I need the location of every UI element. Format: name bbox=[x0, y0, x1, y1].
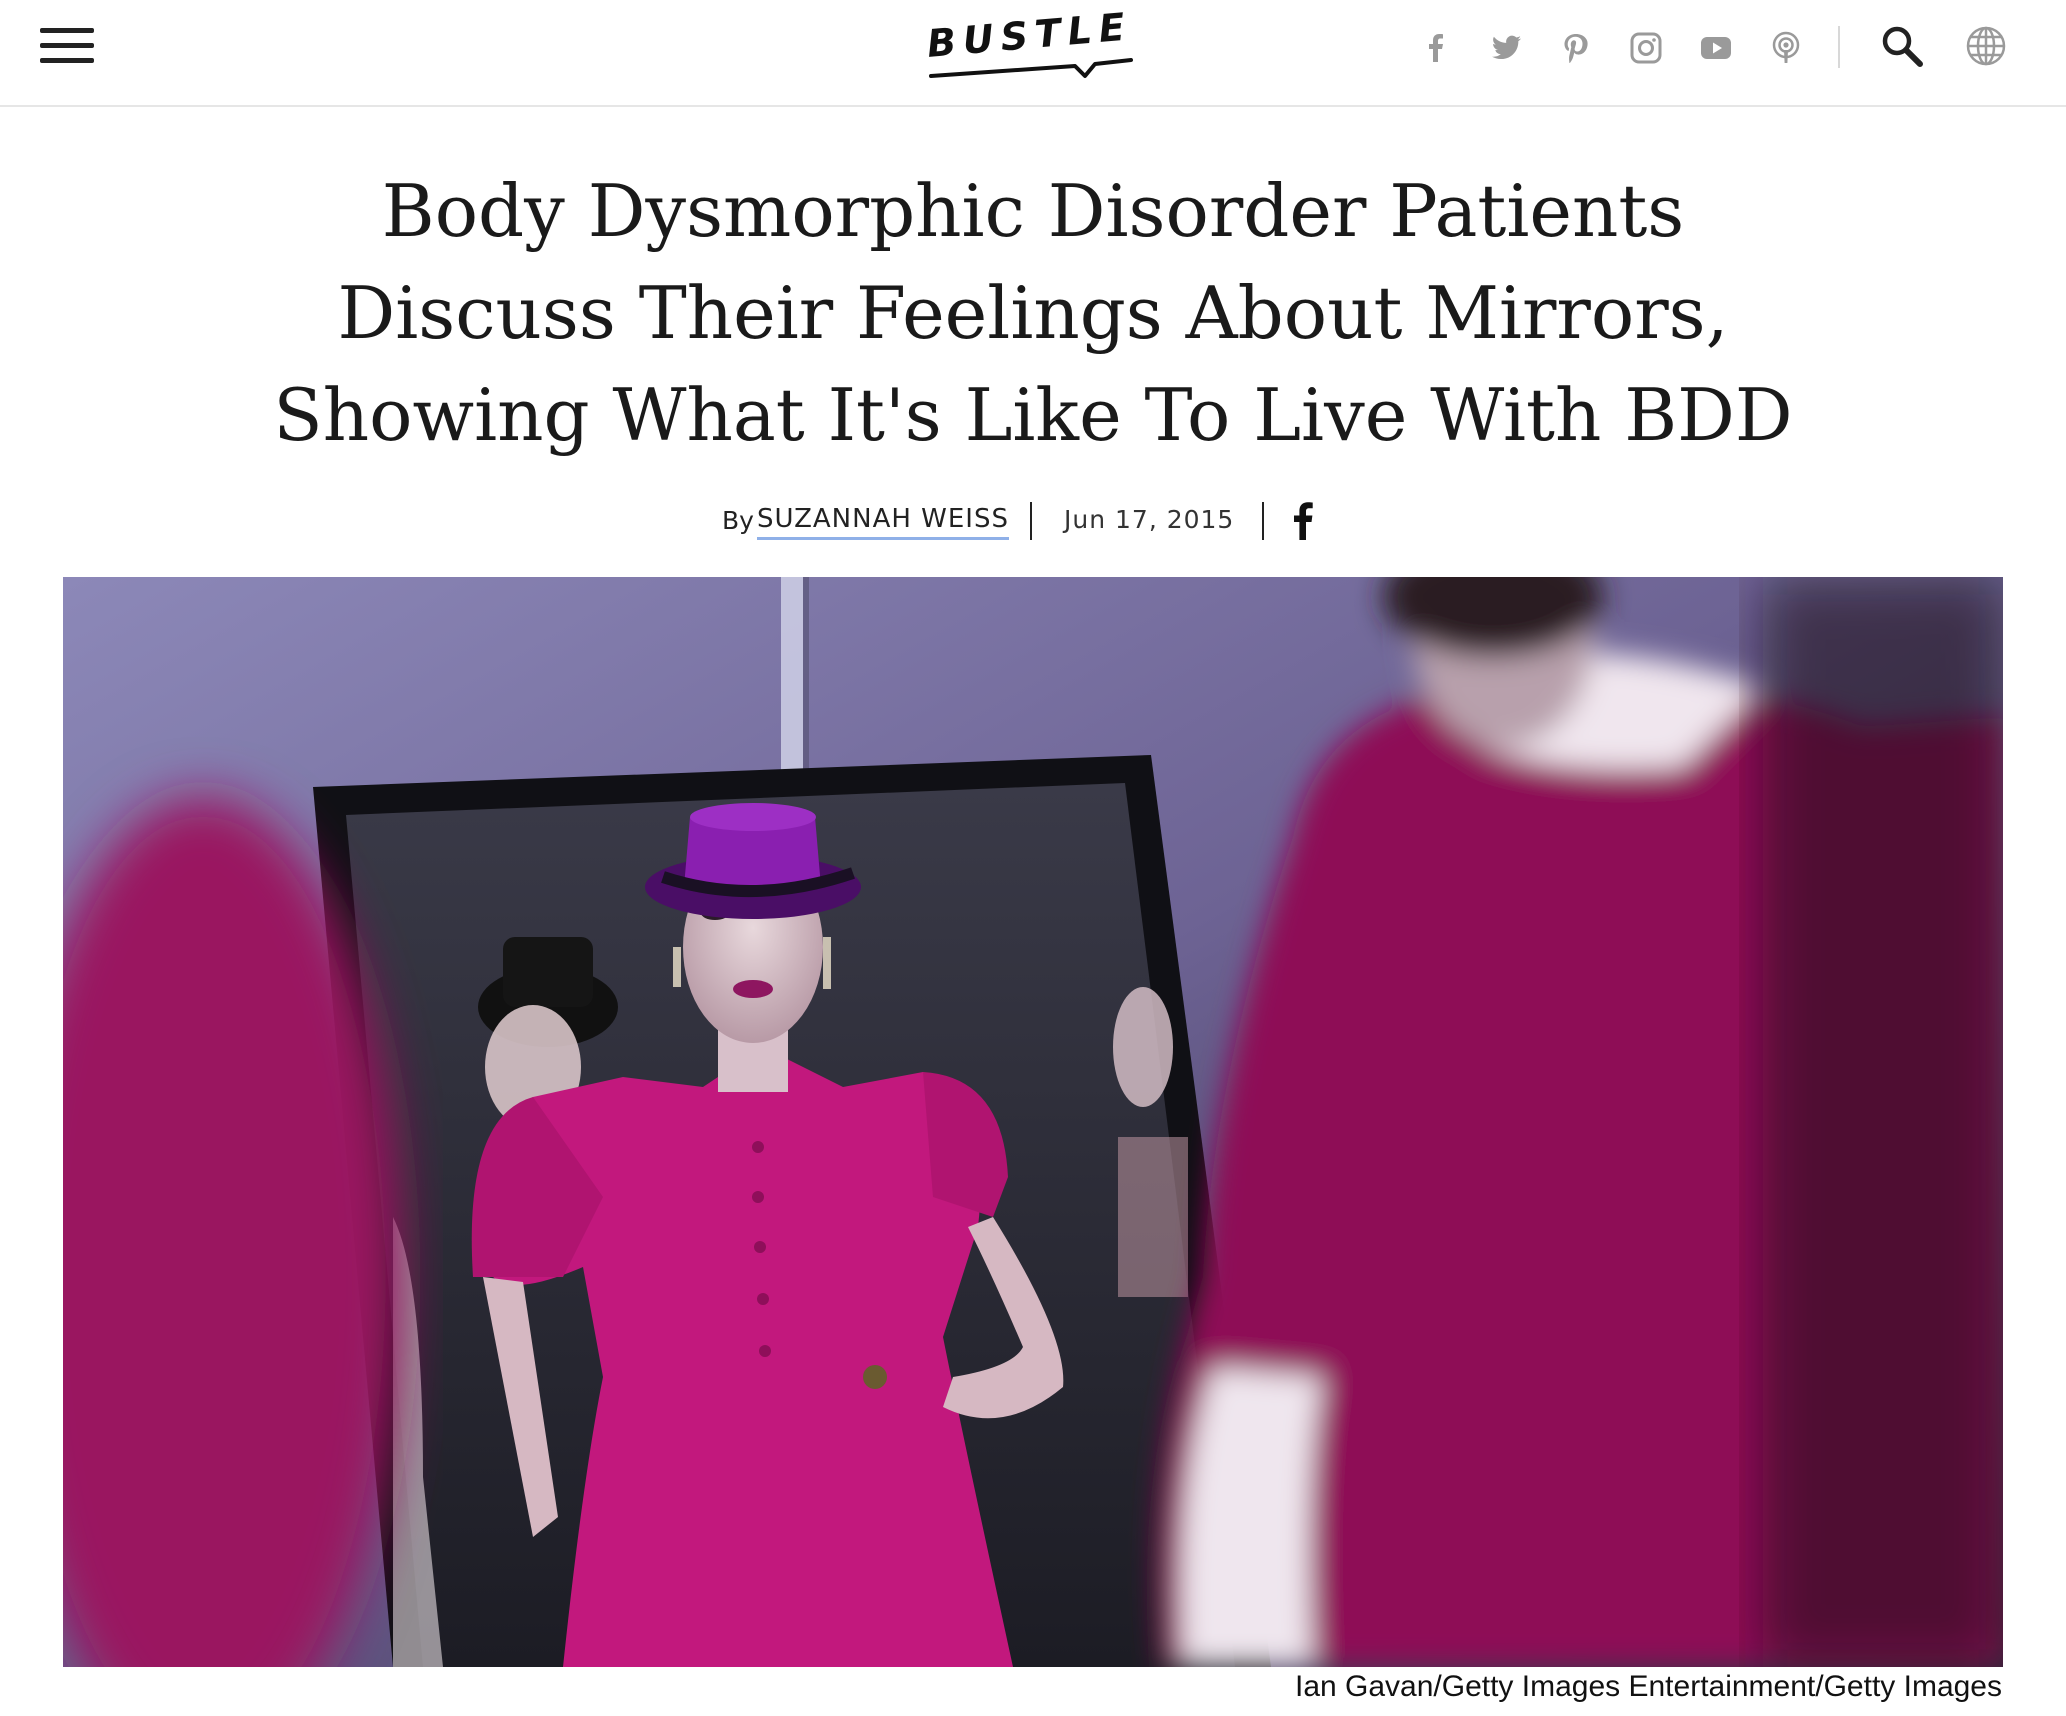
byline-prefix: By bbox=[722, 506, 754, 535]
article-title: Body Dysmorphic Disorder Patients Discus… bbox=[240, 160, 1826, 466]
youtube-icon[interactable] bbox=[1694, 26, 1738, 70]
pinterest-icon[interactable] bbox=[1554, 26, 1598, 70]
title-line-1: Body Dysmorphic Disorder Patients bbox=[381, 169, 1685, 253]
facebook-share-icon[interactable] bbox=[1286, 498, 1320, 542]
podcast-icon[interactable] bbox=[1764, 26, 1808, 70]
hamburger-menu-icon[interactable] bbox=[40, 24, 96, 68]
header-divider bbox=[1838, 26, 1840, 68]
title-line-2: Discuss Their Feelings About Mirrors, bbox=[337, 271, 1729, 355]
title-line-3: Showing What It's Like To Live With BDD bbox=[273, 373, 1793, 457]
author-link[interactable]: SUZANNAH WEISS bbox=[757, 504, 1009, 540]
search-icon[interactable] bbox=[1878, 22, 1926, 70]
byline: By SUZANNAH WEISS Jun 17, 2015 bbox=[0, 492, 2066, 552]
hero-image bbox=[63, 577, 2003, 1667]
facebook-icon[interactable] bbox=[1414, 26, 1458, 70]
twitter-icon[interactable] bbox=[1484, 26, 1528, 70]
image-caption: Ian Gavan/Getty Images Entertainment/Get… bbox=[1294, 1670, 2002, 1703]
site-header: BUSTLE bbox=[0, 0, 2066, 107]
globe-icon[interactable] bbox=[1964, 24, 2008, 68]
byline-divider bbox=[1030, 502, 1032, 540]
byline-divider bbox=[1262, 502, 1264, 540]
publish-date: Jun 17, 2015 bbox=[1064, 505, 1235, 534]
instagram-icon[interactable] bbox=[1624, 26, 1668, 70]
site-logo[interactable]: BUSTLE bbox=[925, 4, 1135, 82]
